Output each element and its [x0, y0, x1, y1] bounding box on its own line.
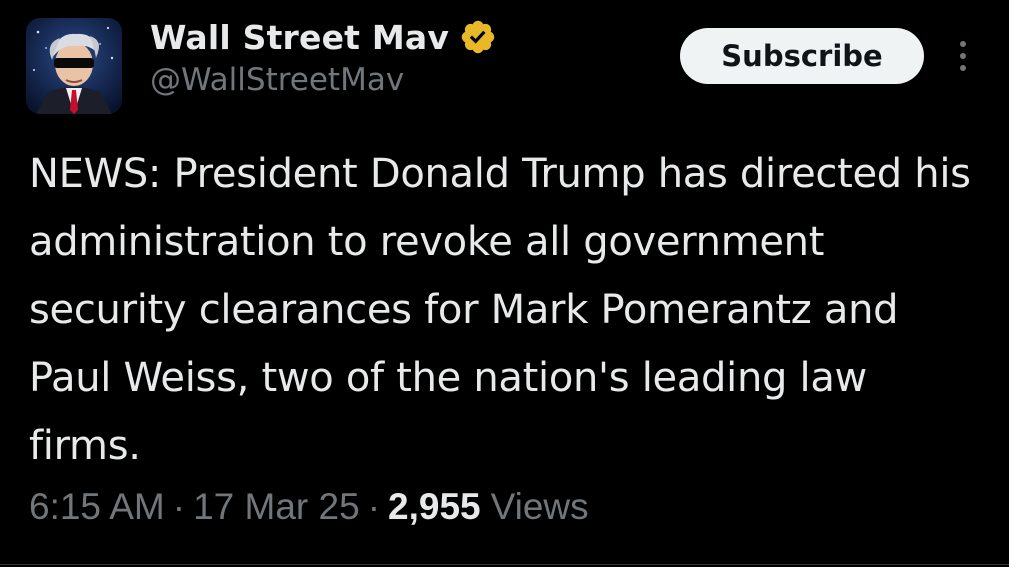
more-vertical-icon[interactable]: [952, 36, 974, 76]
divider: [0, 564, 1009, 565]
tweet-text: NEWS: President Donald Trump has directe…: [29, 151, 971, 469]
display-name-row: Wall Street Mav: [150, 14, 497, 60]
avatar[interactable]: [26, 18, 122, 114]
author-header: Wall Street Mav @WallStreetMav: [150, 14, 497, 98]
tweet-card: Wall Street Mav @WallStreetMav Subscribe…: [0, 0, 1009, 567]
meta-separator: ·: [367, 486, 381, 527]
tweet-date[interactable]: 17 Mar 25: [193, 486, 360, 528]
views-label[interactable]: Views: [491, 486, 589, 528]
avatar-image: [26, 18, 122, 114]
tweet-time[interactable]: 6:15 AM: [29, 486, 165, 528]
meta-separator: ·: [172, 486, 186, 527]
display-name[interactable]: Wall Street Mav: [150, 18, 449, 57]
verified-badge-icon[interactable]: [459, 18, 497, 56]
tweet-meta: 6:15 AM · 17 Mar 25 · 2,955 Views: [29, 486, 589, 528]
subscribe-button[interactable]: Subscribe: [680, 28, 924, 84]
views-count[interactable]: 2,955: [388, 486, 481, 528]
author-handle[interactable]: @WallStreetMav: [150, 62, 497, 98]
